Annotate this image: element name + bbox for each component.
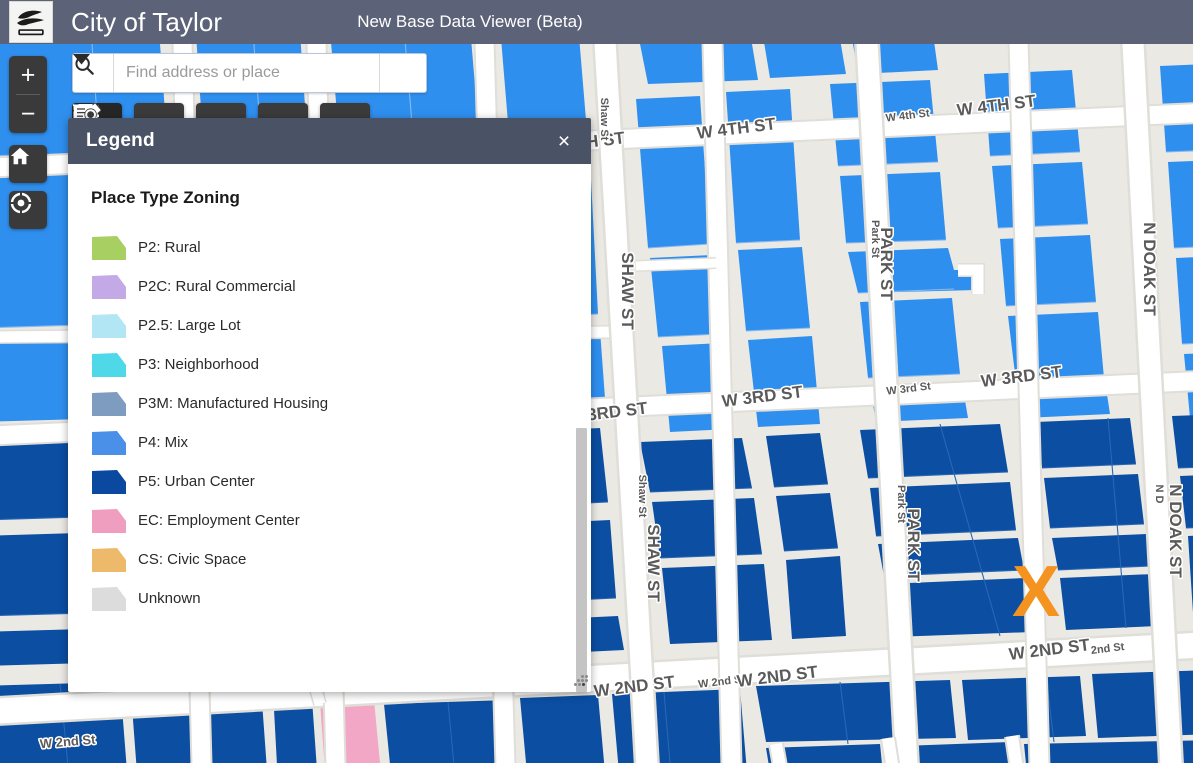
legend-item: Unknown [91, 579, 591, 618]
legend-item: P3M: Manufactured Housing [91, 384, 591, 423]
legend-swatch [91, 430, 127, 456]
legend-swatch [91, 586, 127, 612]
x-marker: X [1012, 552, 1060, 632]
street-label: N D [1153, 485, 1165, 504]
legend-item-label: CS: Civic Space [138, 551, 247, 568]
legend-item-list: P2: Rural P2C: Rural Commercial P2.5: Larg… [91, 228, 591, 618]
legend-item: P4: Mix [91, 423, 591, 462]
street-label: Shaw St [636, 475, 648, 518]
city-logo [9, 1, 53, 43]
legend-swatch [91, 274, 127, 300]
legend-scrollbar-track[interactable] [576, 164, 587, 692]
legend-scroll-area: Place Type Zoning P2: Rural P2C: Rural Co… [68, 164, 591, 692]
zoom-out-button[interactable]: − [9, 95, 47, 133]
crosshair-icon [9, 191, 33, 215]
locate-button[interactable] [9, 191, 47, 229]
legend-item-label: P3: Neighborhood [138, 356, 259, 373]
close-icon[interactable]: × [553, 130, 575, 152]
zoom-in-button[interactable]: + [9, 56, 47, 94]
legend-item: P2C: Rural Commercial [91, 267, 591, 306]
legend-item-label: Unknown [138, 590, 201, 607]
legend-item: EC: Employment Center [91, 501, 591, 540]
home-button[interactable] [9, 145, 47, 183]
street-label: N DOAK ST [1166, 484, 1185, 578]
legend-panel-title: Legend [86, 130, 155, 151]
legend-item-label: P5: Urban Center [138, 473, 255, 490]
legend-panel-header: Legend × [68, 118, 591, 164]
zoom-control-group: + − [9, 56, 47, 133]
search-widget [72, 53, 427, 93]
legend-item: P5: Urban Center [91, 462, 591, 501]
legend-swatch [91, 391, 127, 417]
map-viewer-app: City of Taylor New Base Data Viewer (Bet… [0, 0, 1193, 763]
legend-swatch [91, 352, 127, 378]
legend-item-label: EC: Employment Center [138, 512, 300, 529]
legend-panel-body: Place Type Zoning P2: Rural P2C: Rural Co… [68, 164, 591, 692]
legend-item-label: P4: Mix [138, 434, 189, 451]
legend-item: P3: Neighborhood [91, 345, 591, 384]
legend-swatch [91, 547, 127, 573]
legend-panel: Legend × Place Type Zoning P2: Rural P2C:… [68, 118, 591, 692]
legend-item-label: P2: Rural [138, 239, 201, 256]
street-label: PARK ST [904, 508, 923, 582]
street-label: Park St [869, 220, 881, 258]
legend-swatch [91, 313, 127, 339]
search-submit-button[interactable] [75, 54, 426, 92]
legend-item: CS: Civic Space [91, 540, 591, 579]
legend-swatch [91, 235, 127, 261]
street-label: N DOAK ST [1140, 222, 1159, 316]
street-label: Shaw St [598, 98, 610, 141]
legend-item: P2: Rural [91, 228, 591, 267]
home-icon [10, 147, 30, 165]
legend-item-label: P2.5: Large Lot [138, 317, 241, 334]
street-label: SHAW ST [618, 252, 637, 330]
legend-item-label: P3M: Manufactured Housing [138, 395, 329, 412]
legend-swatch [91, 508, 127, 534]
panel-resize-handle[interactable] [574, 675, 588, 689]
app-title: City of Taylor [71, 6, 223, 37]
legend-item-label: P2C: Rural Commercial [138, 278, 296, 295]
legend-layer-title: Place Type Zoning [91, 188, 240, 207]
legend-swatch [91, 469, 127, 495]
search-input[interactable] [114, 54, 379, 92]
legend-scrollbar-thumb[interactable] [576, 428, 587, 692]
app-header: City of Taylor New Base Data Viewer (Bet… [0, 0, 1193, 44]
search-icon [75, 56, 94, 75]
app-subtitle: New Base Data Viewer (Beta) [357, 12, 583, 31]
legend-item: P2.5: Large Lot [91, 306, 591, 345]
street-label: SHAW ST [644, 524, 663, 602]
